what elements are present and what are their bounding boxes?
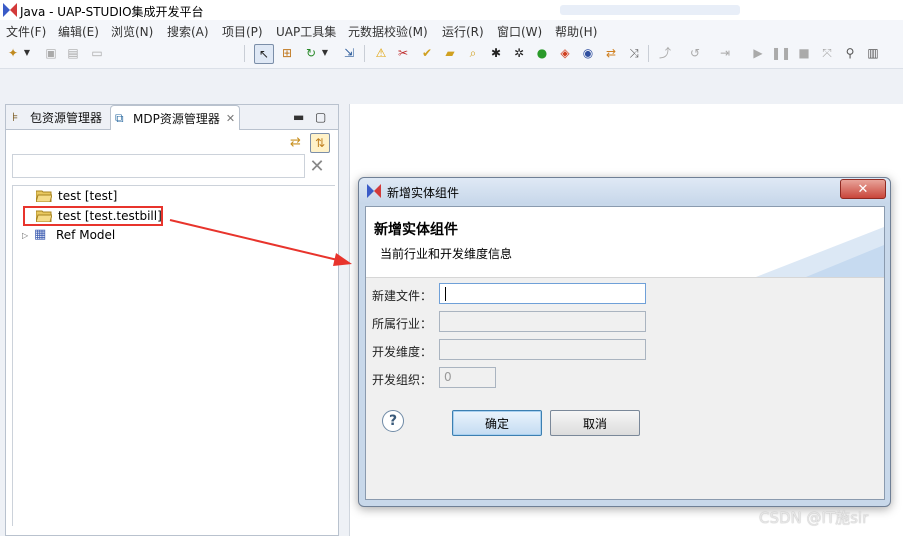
- reload-icon[interactable]: ↺: [686, 44, 704, 62]
- stop-icon[interactable]: ■: [795, 44, 813, 62]
- view-tab-bar: ⊧ 包资源管理器 ⧉ MDP资源管理器 ✕ ▬ ▢: [6, 105, 338, 130]
- menu-uap-tools[interactable]: UAP工具集: [276, 23, 336, 40]
- save-all-icon[interactable]: ▤: [64, 44, 82, 62]
- plugin-icon[interactable]: ◈: [556, 44, 574, 62]
- menu-metadata-check[interactable]: 元数据校验(M): [348, 23, 428, 40]
- menu-window[interactable]: 窗口(W): [497, 23, 542, 40]
- layout-icon[interactable]: ▥: [864, 44, 882, 62]
- ok-button[interactable]: 确定: [452, 410, 542, 436]
- tab-mdp-explorer[interactable]: ⧉ MDP资源管理器 ✕: [110, 105, 241, 130]
- run-person-icon[interactable]: ✱: [487, 44, 505, 62]
- menu-project[interactable]: 项目(P): [222, 23, 263, 40]
- menu-edit[interactable]: 编辑(E): [58, 23, 99, 40]
- check-folder-icon[interactable]: ✔: [418, 44, 436, 62]
- dev-dimension-field[interactable]: [439, 339, 646, 360]
- component-icon[interactable]: ⊞: [278, 44, 296, 62]
- minimize-icon[interactable]: ▬: [293, 110, 304, 124]
- merge-icon[interactable]: ⤨: [625, 44, 643, 62]
- close-icon[interactable]: ✕: [226, 112, 235, 125]
- resume-icon[interactable]: ▶: [749, 44, 767, 62]
- debug-person-icon[interactable]: ✲: [510, 44, 528, 62]
- menu-navigate[interactable]: 浏览(N): [111, 23, 153, 40]
- menu-bar: 文件(F) 编辑(E) 浏览(N) 搜索(A) 项目(P) UAP工具集 元数据…: [0, 20, 903, 40]
- new-icon[interactable]: ✦: [4, 44, 22, 62]
- filter-input[interactable]: [12, 154, 305, 178]
- toolbar-separator: [244, 45, 245, 62]
- app-logo-icon: [367, 184, 381, 198]
- print-icon[interactable]: ▭: [88, 44, 106, 62]
- menu-file[interactable]: 文件(F): [6, 23, 46, 40]
- tree-item-test[interactable]: test [test]: [36, 187, 117, 205]
- folder-icon: [36, 190, 52, 202]
- tree-item-label: Ref Model: [56, 228, 116, 242]
- pause-icon[interactable]: ❚❚: [771, 44, 791, 62]
- step-icon[interactable]: ⤴: [656, 44, 674, 62]
- refresh-icon[interactable]: ↻: [302, 44, 320, 62]
- link-with-editor-icon[interactable]: ⇄: [290, 135, 301, 150]
- dialog-close-button[interactable]: ✕: [840, 179, 886, 199]
- toolbar-separator: [364, 45, 365, 62]
- menu-search[interactable]: 搜索(A): [167, 23, 209, 40]
- tab-package-explorer[interactable]: ⊧ 包资源管理器: [8, 105, 106, 129]
- dialog-titlebar: 新增实体组件 ✕: [359, 178, 890, 204]
- inspect-icon[interactable]: ⚲: [841, 44, 859, 62]
- open-folder-icon[interactable]: ▰: [441, 44, 459, 62]
- header-decoration: [756, 227, 884, 277]
- sync-icon[interactable]: ⇄: [602, 44, 620, 62]
- save-icon[interactable]: ▣: [42, 44, 60, 62]
- expand-arrow-icon[interactable]: ▷: [22, 231, 32, 240]
- watermark: CSDN @IT施sir: [759, 509, 869, 527]
- maximize-icon[interactable]: ▢: [315, 110, 326, 124]
- window-title: Java - UAP-STUDIO集成开发平台: [20, 5, 204, 19]
- tree-item-ref-model[interactable]: ▷ ▦ Ref Model: [22, 226, 115, 244]
- collapse-toggle-icon[interactable]: ⇅: [310, 133, 330, 153]
- tools-icon[interactable]: ✂: [394, 44, 412, 62]
- tree-item-label: test [test]: [58, 189, 118, 203]
- new-entity-dialog: 新增实体组件 ✕ 新增实体组件 当前行业和开发维度信息 新建文件： 所属行业： …: [358, 177, 891, 507]
- help-icon[interactable]: ?: [382, 410, 404, 432]
- window-titlebar: Java - UAP-STUDIO集成开发平台: [0, 0, 903, 21]
- text-caret: [445, 287, 446, 301]
- dev-org-label: 开发组织：: [372, 373, 433, 387]
- blurred-region: [560, 5, 740, 15]
- refresh-dropdown-icon[interactable]: ▼: [320, 44, 330, 62]
- menu-help[interactable]: 帮助(H): [555, 23, 597, 40]
- highlight-box: [23, 206, 163, 226]
- new-file-label: 新建文件：: [372, 289, 433, 303]
- new-file-field[interactable]: [439, 283, 646, 304]
- cancel-button[interactable]: 取消: [550, 410, 640, 436]
- mdp-explorer-icon: ⧉: [115, 111, 124, 125]
- tab-label: MDP资源管理器: [133, 111, 220, 126]
- left-view-panel: ⊧ 包资源管理器 ⧉ MDP资源管理器 ✕ ▬ ▢ ⇄ ⇅ ✕ test [te…: [5, 104, 339, 536]
- dev-dimension-label: 开发维度：: [372, 345, 433, 359]
- dialog-header: 新增实体组件 当前行业和开发维度信息: [366, 207, 884, 278]
- selection-tool-icon[interactable]: ↖: [254, 44, 274, 64]
- menu-run[interactable]: 运行(R): [442, 23, 484, 40]
- play-icon[interactable]: ●: [533, 44, 551, 62]
- ref-model-icon: ▦: [34, 227, 47, 242]
- dialog-header-title: 新增实体组件: [374, 222, 458, 238]
- dialog-title: 新增实体组件: [387, 186, 460, 200]
- main-toolbar: ✦ ▼ ▣ ▤ ▭ ↖ ⊞ ↻ ▼ ⇲ ⚠ ✂ ✔ ▰ ⌕ ✱ ✲ ● ◈ ◉ …: [0, 40, 903, 69]
- disconnect-icon[interactable]: ⤧: [818, 44, 836, 62]
- step-over-icon[interactable]: ⇥: [716, 44, 734, 62]
- annotation-arrow: [169, 219, 352, 266]
- dialog-body: 新增实体组件 当前行业和开发维度信息 新建文件： 所属行业： 开发维度： 开发组…: [365, 206, 885, 500]
- toolbar-separator: [648, 45, 649, 62]
- search-folder-icon[interactable]: ⌕: [464, 44, 482, 62]
- clear-filter-icon[interactable]: ✕: [306, 155, 328, 177]
- package-explorer-icon: ⊧: [12, 110, 19, 124]
- tab-label: 包资源管理器: [30, 110, 103, 125]
- industry-label: 所属行业：: [372, 317, 433, 331]
- new-dropdown-icon[interactable]: ▼: [22, 44, 32, 62]
- industry-field[interactable]: [439, 311, 646, 332]
- dialog-header-description: 当前行业和开发维度信息: [380, 247, 513, 261]
- dev-org-field[interactable]: 0: [439, 367, 496, 388]
- view-toolbar: ⇄ ⇅: [290, 133, 330, 153]
- export-icon[interactable]: ⇲: [340, 44, 358, 62]
- globe-icon[interactable]: ◉: [579, 44, 597, 62]
- warning-icon[interactable]: ⚠: [372, 44, 390, 62]
- app-logo-icon: [3, 3, 17, 17]
